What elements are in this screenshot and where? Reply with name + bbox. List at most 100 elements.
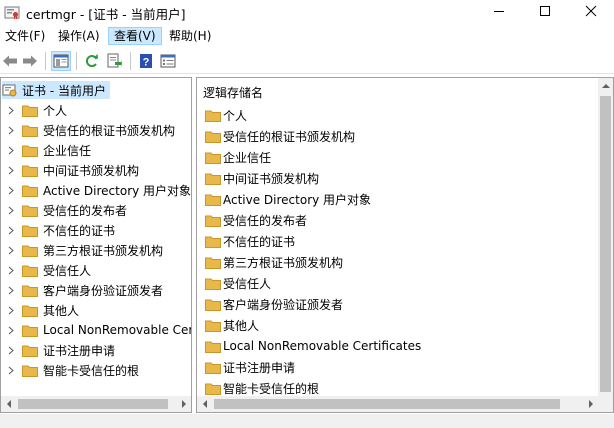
scroll-thumb[interactable] <box>214 399 560 409</box>
list-item[interactable]: 受信任的发布者 <box>202 210 307 230</box>
folder-icon <box>205 236 221 248</box>
chevron-right-icon[interactable] <box>3 260 19 280</box>
list-item[interactable]: 证书注册申请 <box>202 357 295 377</box>
chevron-right-icon[interactable] <box>3 100 19 120</box>
folder-icon <box>22 105 38 117</box>
status-bar <box>0 414 614 428</box>
tree-item[interactable]: 第三方根证书颁发机构 <box>1 240 163 260</box>
folder-icon <box>205 383 221 395</box>
column-header-logical-store-name[interactable]: 逻辑存储名 <box>203 84 263 101</box>
list-item[interactable]: Local NonRemovable Certificates <box>202 336 421 356</box>
console-tree-pane[interactable]: 证书 - 当前用户 个人 受信任的根证书颁发机构 企业信任 中间证书颁发机构 A… <box>0 77 192 413</box>
list-item[interactable]: 客户端身份验证颁发者 <box>202 294 343 314</box>
folder-icon <box>22 345 38 357</box>
list-item[interactable]: 受信任人 <box>202 273 271 293</box>
chevron-right-icon[interactable] <box>3 180 19 200</box>
list-item[interactable]: 个人 <box>202 105 247 125</box>
back-arrow-icon <box>3 55 17 67</box>
result-vertical-scrollbar[interactable] <box>598 78 613 396</box>
maximize-button[interactable] <box>522 0 568 22</box>
chevron-right-icon[interactable] <box>3 220 19 240</box>
chevron-right-icon[interactable] <box>3 360 19 380</box>
tree-item-label: 证书注册申请 <box>43 343 116 358</box>
tree-item[interactable]: 个人 <box>1 100 67 120</box>
folder-icon <box>205 110 221 122</box>
tree-item-label: 受信任的发布者 <box>43 203 128 218</box>
toolbar: ? <box>0 48 614 74</box>
list-item[interactable]: Active Directory 用户对象 <box>202 189 371 209</box>
chevron-right-icon[interactable] <box>3 300 19 320</box>
close-button[interactable] <box>568 0 614 22</box>
folder-icon <box>22 225 38 237</box>
menu-view[interactable]: 查看(V) <box>108 27 162 45</box>
tree-item-label: 第三方根证书颁发机构 <box>43 243 164 258</box>
chevron-right-icon[interactable] <box>3 240 19 260</box>
tree-item-label: 受信任的根证书颁发机构 <box>43 123 176 138</box>
scroll-left-icon[interactable] <box>197 396 212 412</box>
folder-icon <box>205 299 221 311</box>
refresh-button[interactable] <box>82 51 102 71</box>
toolbar-separator <box>45 52 46 70</box>
chevron-right-icon[interactable] <box>3 160 19 180</box>
export-list-button[interactable] <box>104 51 124 71</box>
help-button[interactable]: ? <box>136 51 156 71</box>
tree-item[interactable]: 受信任人 <box>1 260 91 280</box>
scroll-left-icon[interactable] <box>1 396 16 412</box>
scroll-right-icon[interactable] <box>583 396 598 412</box>
tree-horizontal-scrollbar[interactable] <box>1 396 191 412</box>
chevron-right-icon[interactable] <box>3 340 19 360</box>
scroll-thumb[interactable] <box>18 399 168 409</box>
tree-item[interactable]: Active Directory 用户对象 <box>1 180 191 200</box>
back-button[interactable] <box>0 51 20 71</box>
list-item[interactable]: 不信任的证书 <box>202 231 295 251</box>
scroll-thumb[interactable] <box>600 96 611 392</box>
list-item-label: 受信任的发布者 <box>223 213 308 228</box>
chevron-right-icon[interactable] <box>3 280 19 300</box>
list-item[interactable]: 企业信任 <box>202 147 271 167</box>
chevron-right-icon[interactable] <box>3 140 19 160</box>
tree-item[interactable]: 客户端身份验证颁发者 <box>1 280 163 300</box>
tree-item[interactable]: 企业信任 <box>1 140 91 160</box>
tree-root-current-user[interactable]: 证书 - 当前用户 <box>2 81 110 99</box>
tree-item[interactable]: 受信任的根证书颁发机构 <box>1 120 175 140</box>
menu-action[interactable]: 操作(A) <box>53 27 105 45</box>
list-item[interactable]: 智能卡受信任的根 <box>202 378 319 398</box>
list-item-label: 个人 <box>223 108 248 123</box>
result-pane[interactable]: 逻辑存储名 个人 受信任的根证书颁发机构 企业信任 中间证书颁发机构 Activ… <box>196 77 614 413</box>
tree-item-label: 受信任人 <box>43 263 92 278</box>
chevron-right-icon[interactable] <box>3 120 19 140</box>
list-item[interactable]: 受信任的根证书颁发机构 <box>202 126 355 146</box>
scroll-up-icon[interactable] <box>598 78 613 94</box>
list-item[interactable]: 其他人 <box>202 315 259 335</box>
folder-icon <box>205 320 221 332</box>
tree-item[interactable]: Local NonRemovable Cert <box>1 320 191 340</box>
properties-button[interactable] <box>158 51 178 71</box>
result-horizontal-scrollbar[interactable] <box>197 396 613 412</box>
scroll-right-icon[interactable] <box>176 396 191 412</box>
chevron-right-icon[interactable] <box>3 320 19 340</box>
folder-icon <box>22 125 38 137</box>
folder-icon <box>22 305 38 317</box>
certificate-store-icon <box>2 84 17 97</box>
menu-help[interactable]: 帮助(H) <box>164 27 216 45</box>
list-item-label: Local NonRemovable Certificates <box>223 339 422 353</box>
menu-file[interactable]: 文件(F) <box>0 27 50 45</box>
list-item[interactable]: 中间证书颁发机构 <box>202 168 319 188</box>
tree-item[interactable]: 受信任的发布者 <box>1 200 127 220</box>
tree-item[interactable]: 中间证书颁发机构 <box>1 160 139 180</box>
minimize-button[interactable] <box>476 0 522 22</box>
maximize-icon <box>540 6 550 16</box>
tree-item[interactable]: 不信任的证书 <box>1 220 115 240</box>
folder-icon <box>22 365 38 377</box>
tree-item[interactable]: 证书注册申请 <box>1 340 115 360</box>
show-hide-console-tree-button[interactable] <box>51 51 71 71</box>
tree-item[interactable]: 其他人 <box>1 300 79 320</box>
title-bar[interactable]: certmgr - [证书 - 当前用户] <box>0 0 614 26</box>
tree-item[interactable]: 智能卡受信任的根 <box>1 360 139 380</box>
list-item-label: Active Directory 用户对象 <box>223 192 372 207</box>
list-item[interactable]: 第三方根证书颁发机构 <box>202 252 343 272</box>
forward-button[interactable] <box>20 51 40 71</box>
list-item-label: 受信任的根证书颁发机构 <box>223 129 356 144</box>
tree-item-label: 个人 <box>43 103 68 118</box>
chevron-right-icon[interactable] <box>3 200 19 220</box>
